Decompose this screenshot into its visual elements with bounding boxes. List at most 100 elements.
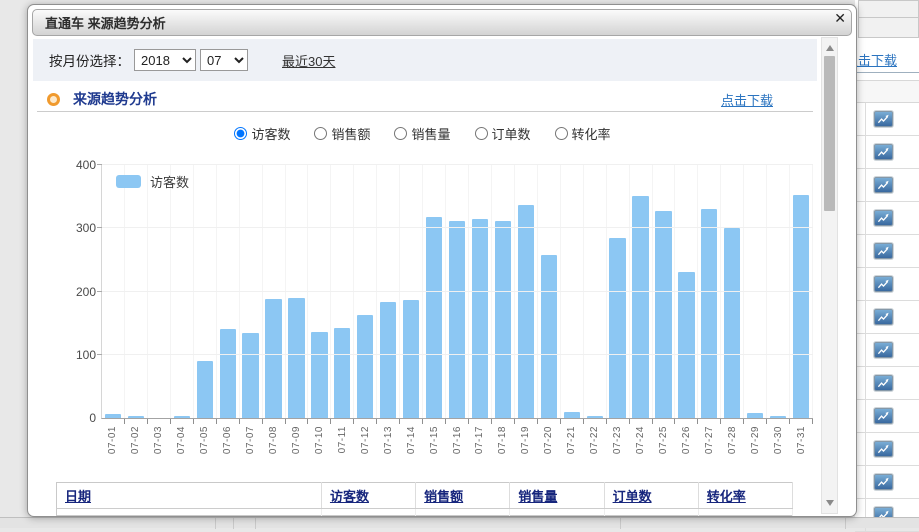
column-header-2: 销售额	[416, 483, 510, 509]
bar-07-22	[587, 416, 603, 418]
scrollbar-thumb[interactable]	[824, 56, 835, 211]
x-label-text: 07-08	[268, 426, 279, 454]
x-label-text: 07-26	[681, 426, 692, 454]
x-label-text: 07-04	[176, 426, 187, 454]
metric-option-3[interactable]: 订单数	[475, 124, 531, 143]
bar-slot	[102, 165, 125, 418]
column-sort-link[interactable]: 订单数	[613, 489, 652, 504]
x-label: 07-12	[354, 426, 377, 478]
background-row-cell	[865, 367, 919, 399]
bar-07-13	[380, 302, 396, 418]
column-header-3: 销售量	[510, 483, 604, 509]
bars-container	[102, 165, 813, 418]
x-label: 07-11	[331, 426, 354, 478]
bar-slot	[194, 165, 217, 418]
background-table-row	[855, 433, 919, 466]
trend-chart-icon[interactable]	[874, 111, 893, 127]
trend-chart-icon[interactable]	[874, 243, 893, 259]
bar-07-26	[678, 272, 694, 418]
gridline	[102, 291, 813, 292]
bar-slot	[308, 165, 331, 418]
background-icon-table	[855, 80, 919, 528]
x-label: 07-26	[675, 426, 698, 478]
trend-chart-icon[interactable]	[874, 342, 893, 358]
bar-07-21	[564, 412, 580, 418]
bar-07-08	[265, 299, 281, 418]
bar-07-20	[541, 255, 557, 418]
column-sort-link[interactable]: 日期	[65, 489, 91, 504]
background-row-cell	[865, 433, 919, 465]
year-select[interactable]: 2018	[134, 49, 196, 71]
bar-slot	[354, 165, 377, 418]
background-bottom-strip	[0, 517, 919, 528]
x-label-text: 07-23	[612, 426, 623, 454]
x-label-text: 07-21	[566, 426, 577, 454]
x-label: 07-05	[193, 426, 216, 478]
metric-option-1[interactable]: 销售额	[314, 124, 370, 143]
download-link[interactable]: 点击下载	[721, 90, 773, 109]
metric-radio-4[interactable]	[555, 127, 568, 140]
x-label: 07-01	[101, 426, 124, 478]
bar-slot	[653, 165, 676, 418]
metric-option-0[interactable]: 访客数	[234, 124, 290, 143]
bar-07-24	[632, 196, 648, 418]
trend-chart-icon[interactable]	[874, 474, 893, 490]
bar-slot	[400, 165, 423, 418]
x-label: 07-19	[514, 426, 537, 478]
dialog-titlebar[interactable]: 直通车 来源趋势分析	[32, 9, 852, 36]
x-label: 07-07	[239, 426, 262, 478]
chart-legend: 访客数	[116, 172, 189, 191]
dialog-scrollbar[interactable]	[821, 37, 838, 514]
x-label: 07-27	[698, 426, 721, 478]
section-divider	[37, 111, 813, 112]
column-sort-link[interactable]: 销售额	[424, 489, 463, 504]
x-label: 07-04	[170, 426, 193, 478]
metric-label: 订单数	[492, 124, 531, 143]
background-table-row	[855, 301, 919, 334]
background-table-row	[855, 400, 919, 433]
trend-chart-icon[interactable]	[874, 408, 893, 424]
trend-chart-icon[interactable]	[874, 144, 893, 160]
recent-30-days-link[interactable]: 最近30天	[282, 51, 335, 70]
empty-cell	[604, 509, 698, 516]
bar-07-18	[495, 221, 511, 418]
background-divider	[855, 72, 919, 73]
metric-option-2[interactable]: 销售量	[394, 124, 450, 143]
close-icon[interactable]: ✕	[834, 10, 846, 26]
bar-07-07	[242, 333, 258, 418]
metric-radio-0[interactable]	[234, 127, 247, 140]
x-label: 07-21	[560, 426, 583, 478]
background-table-row	[855, 202, 919, 235]
metric-radio-3[interactable]	[475, 127, 488, 140]
trend-chart-icon[interactable]	[874, 441, 893, 457]
scrollbar-down-icon[interactable]	[826, 500, 834, 506]
column-sort-link[interactable]: 转化率	[707, 489, 746, 504]
metric-radio-2[interactable]	[394, 127, 407, 140]
month-select[interactable]: 07	[200, 49, 248, 71]
x-label: 07-02	[124, 426, 147, 478]
x-label-text: 07-14	[406, 426, 417, 454]
trend-chart-icon[interactable]	[874, 309, 893, 325]
x-axis-labels: 07-0107-0207-0307-0407-0507-0607-0707-08…	[101, 426, 813, 478]
bar-slot	[515, 165, 538, 418]
trend-chart-icon[interactable]	[874, 375, 893, 391]
x-label-text: 07-28	[727, 426, 738, 454]
background-row-cell	[865, 301, 919, 333]
bar-07-12	[357, 315, 373, 418]
metric-radio-1[interactable]	[314, 127, 327, 140]
metric-option-4[interactable]: 转化率	[555, 124, 611, 143]
trend-chart-icon[interactable]	[874, 177, 893, 193]
bar-slot	[217, 165, 240, 418]
bar-slot	[721, 165, 744, 418]
column-sort-link[interactable]: 访客数	[330, 489, 369, 504]
trend-chart-icon[interactable]	[874, 276, 893, 292]
trend-chart-icon[interactable]	[874, 210, 893, 226]
x-label-text: 07-22	[589, 426, 600, 454]
background-table-row	[855, 169, 919, 202]
bar-slot	[286, 165, 309, 418]
x-label-text: 07-19	[520, 426, 531, 454]
x-label: 07-03	[147, 426, 170, 478]
scrollbar-up-icon[interactable]	[826, 45, 834, 51]
column-sort-link[interactable]: 销售量	[518, 489, 557, 504]
x-label-text: 07-03	[153, 426, 164, 454]
